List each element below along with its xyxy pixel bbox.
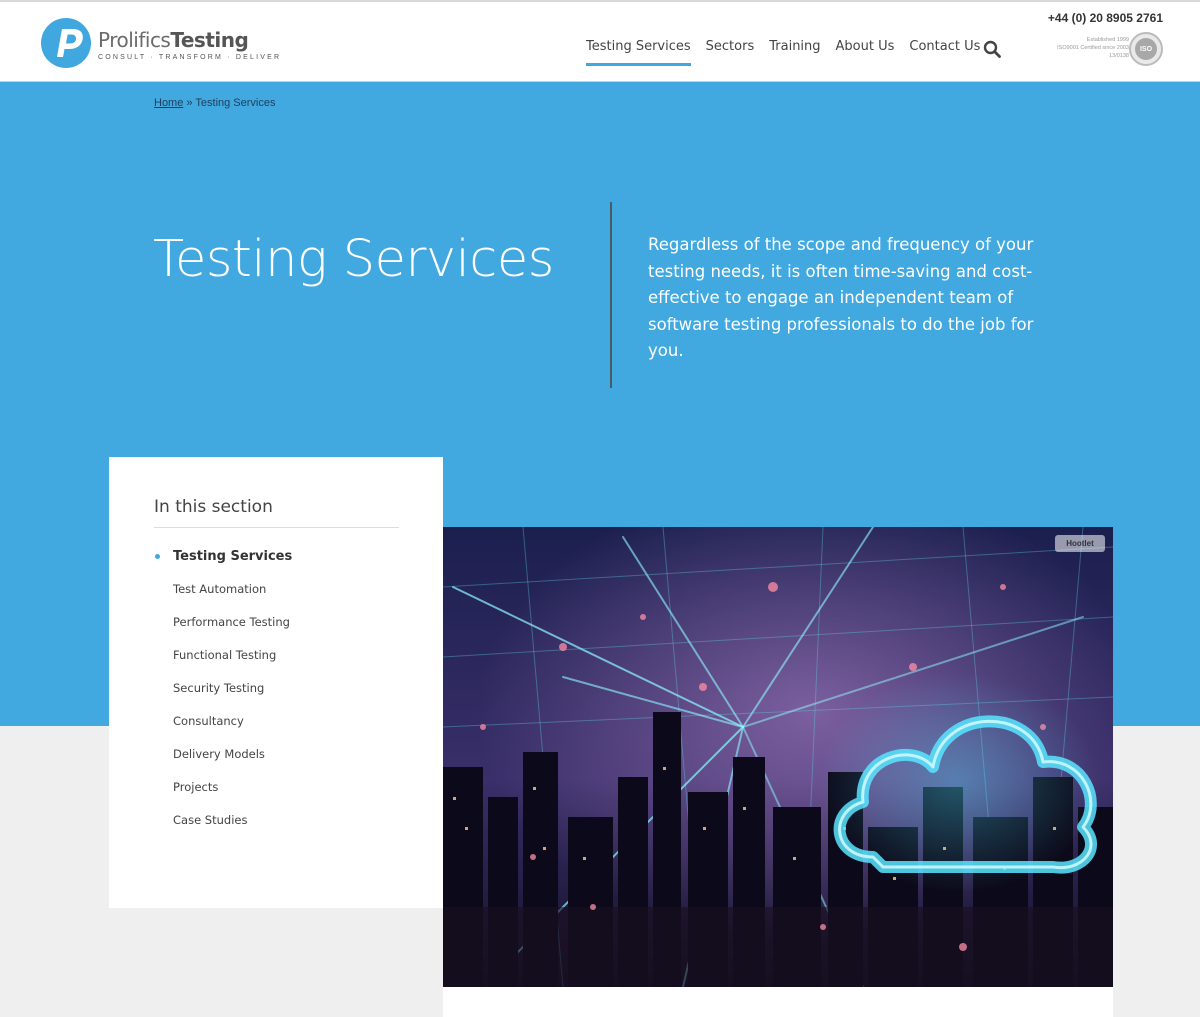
content-card-top	[443, 987, 1113, 1017]
search-icon[interactable]	[983, 40, 1001, 58]
section-item-functional-testing[interactable]: Functional Testing	[154, 648, 404, 681]
iso-text: Established 1999 ISO9001 Certified since…	[1027, 36, 1129, 60]
section-item-testing-services[interactable]: Testing Services	[154, 549, 404, 582]
iso-badge-label: ISO	[1135, 38, 1157, 60]
section-menu-list: Testing Services Test Automation Perform…	[154, 549, 404, 846]
logo-word-light: Prolifics	[98, 28, 171, 52]
cloud-city-illustration	[443, 527, 1113, 987]
nav-contact-us[interactable]: Contact Us	[909, 39, 980, 67]
phone-number[interactable]: +44 (0) 20 8905 2761	[1048, 11, 1163, 25]
page-title: Testing Services	[153, 230, 554, 289]
section-item-case-studies[interactable]: Case Studies	[154, 813, 404, 846]
breadcrumb: Home » Testing Services	[154, 97, 275, 109]
cloud-city-image: Hootlet	[443, 527, 1113, 987]
logo-word-bold: Testing	[170, 28, 249, 52]
breadcrumb-home-link[interactable]: Home	[154, 97, 183, 109]
site-header: ProlificsTesting CONSULT · TRANSFORM · D…	[0, 0, 1200, 82]
iso-badge-icon: ISO	[1129, 32, 1163, 66]
nav-about-us[interactable]: About Us	[836, 39, 895, 67]
section-menu-heading: In this section	[154, 497, 273, 517]
main-nav: Testing Services Sectors Training About …	[586, 39, 995, 67]
breadcrumb-separator: »	[186, 97, 193, 109]
prolifics-testing-logo[interactable]: ProlificsTesting CONSULT · TRANSFORM · D…	[40, 17, 281, 69]
logo-tagline: CONSULT · TRANSFORM · DELIVER	[98, 54, 282, 61]
section-item-security-testing[interactable]: Security Testing	[154, 681, 404, 714]
breadcrumb-current: Testing Services	[195, 97, 276, 109]
section-menu: In this section Testing Services Test Au…	[109, 457, 443, 908]
section-item-performance-testing[interactable]: Performance Testing	[154, 615, 404, 648]
logo-p-icon	[41, 18, 91, 68]
iso-number: 13/0138	[1109, 53, 1129, 59]
hero-intro-text: Regardless of the scope and frequency of…	[648, 235, 1034, 360]
section-menu-divider	[154, 527, 399, 528]
hootlet-badge[interactable]: Hootlet	[1055, 535, 1105, 552]
section-item-consultancy[interactable]: Consultancy	[154, 714, 404, 747]
section-item-projects[interactable]: Projects	[154, 780, 404, 813]
section-item-test-automation[interactable]: Test Automation	[154, 582, 404, 615]
nav-testing-services[interactable]: Testing Services	[586, 39, 691, 67]
iso-certification: Established 1999 ISO9001 Certified since…	[1027, 32, 1163, 68]
iso-established: Established 1999	[1086, 37, 1129, 43]
nav-training[interactable]: Training	[769, 39, 820, 67]
hero-divider	[610, 202, 612, 388]
nav-sectors[interactable]: Sectors	[706, 39, 755, 67]
iso-certified: ISO9001 Certified since 2003	[1057, 45, 1129, 51]
section-item-delivery-models[interactable]: Delivery Models	[154, 747, 404, 780]
logo-wordmark: ProlificsTesting CONSULT · TRANSFORM · D…	[98, 29, 281, 61]
